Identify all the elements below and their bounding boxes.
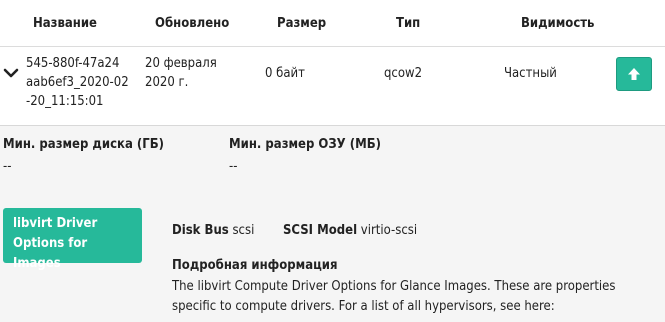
min-disk-value: --	[3, 159, 12, 174]
scsi-model-property: SCSI Model virtio-scsi	[283, 223, 417, 238]
image-type: qcow2	[384, 66, 423, 81]
column-header-name[interactable]: Название	[33, 16, 97, 31]
chevron-down-icon[interactable]	[2, 64, 20, 82]
updated-date: 20 февраля 2020 г.	[145, 54, 217, 92]
upload-button[interactable]	[616, 57, 652, 91]
scsi-model-value: virtio-scsi	[360, 223, 418, 238]
libvirt-options-label-line: libvirt Driver	[13, 216, 98, 231]
updated-date-line: 2020 г.	[145, 75, 189, 90]
column-header-size[interactable]: Размер	[277, 16, 326, 31]
detail-heading: Подробная информация	[172, 258, 338, 273]
image-visibility: Частный	[504, 66, 557, 81]
image-name-line: aab6ef3_2020-02	[26, 75, 129, 90]
image-size: 0 байт	[265, 66, 305, 81]
disk-bus-property: Disk Bus scsi	[172, 223, 254, 238]
column-header-visibility[interactable]: Видимость	[521, 16, 594, 31]
disk-bus-label: Disk Bus	[172, 223, 229, 238]
scsi-model-label: SCSI Model	[283, 223, 358, 238]
libvirt-options-label-line: Options for Images	[13, 236, 88, 271]
column-header-updated[interactable]: Обновлено	[155, 16, 229, 31]
image-name[interactable]: 545-880f-47a24 aab6ef3_2020-02 -20_11:15…	[26, 54, 129, 111]
min-ram-label: Мин. размер ОЗУ (МБ)	[229, 137, 382, 152]
image-name-line: 545-880f-47a24	[26, 56, 120, 71]
min-disk-label: Мин. размер диска (ГБ)	[3, 137, 164, 152]
disk-bus-value: scsi	[232, 223, 255, 238]
arrow-up-icon	[628, 68, 640, 80]
image-name-line: -20_11:15:01	[26, 94, 104, 109]
min-ram-value: --	[229, 159, 238, 174]
table-header: Название Обновлено Размер Тип Видимость	[0, 0, 665, 47]
column-header-type[interactable]: Тип	[396, 16, 420, 31]
libvirt-options-button[interactable]: libvirt Driver Options for Images	[3, 208, 142, 271]
updated-date-line: 20 февраля	[145, 56, 217, 71]
detail-description: The libvirt Compute Driver Options for G…	[172, 279, 616, 314]
